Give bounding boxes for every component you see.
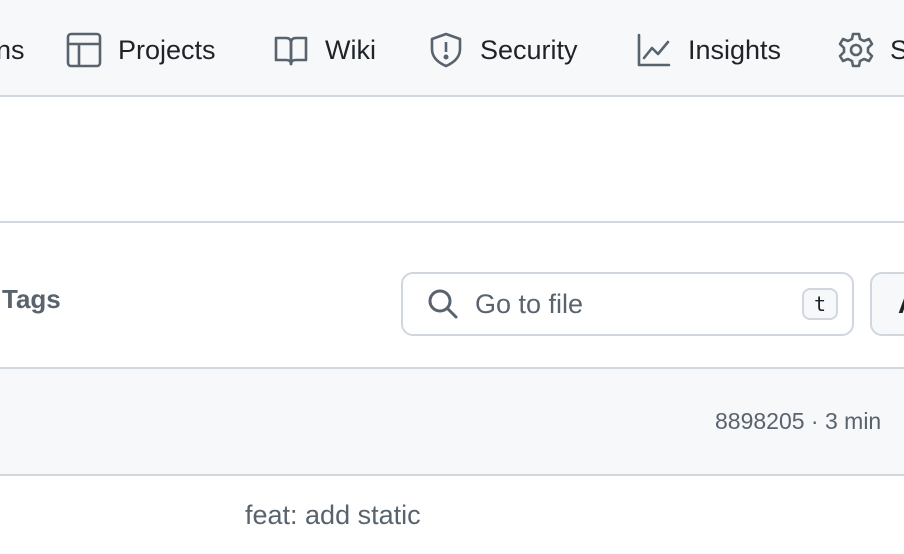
repository-page: ns Projects Wiki Security Insights S Tag… (0, 0, 904, 554)
search-icon (427, 288, 459, 320)
commit-hash-time[interactable]: 8898205 · 3 min (715, 408, 881, 435)
nav-tab-settings[interactable]: S (838, 24, 904, 76)
nav-tab-security[interactable]: Security (428, 24, 578, 76)
file-row (0, 476, 904, 554)
nav-tab-label: Wiki (325, 34, 376, 65)
nav-tab-wiki[interactable]: Wiki (273, 24, 376, 76)
nav-tab-label: Projects (118, 34, 216, 65)
nav-tab-label: Insights (688, 34, 782, 65)
go-to-file-input[interactable]: Go to file t (401, 272, 854, 336)
book-icon (273, 32, 309, 68)
nav-tab-label: Security (480, 34, 578, 65)
gear-icon (838, 32, 874, 68)
tags-link[interactable]: Tags (2, 284, 61, 315)
go-to-file-placeholder: Go to file (475, 288, 584, 319)
nav-tab-label: S (890, 34, 904, 65)
nav-tab-label: ns (0, 34, 25, 65)
repo-header-area (0, 97, 904, 223)
shield-icon (428, 32, 464, 68)
add-file-button[interactable]: A (870, 272, 904, 336)
shortcut-key: t (802, 288, 838, 320)
nav-tab-projects[interactable]: Projects (66, 24, 216, 76)
nav-tab-insights[interactable]: Insights (636, 24, 781, 76)
graph-icon (636, 32, 672, 68)
table-icon (66, 32, 102, 68)
file-commit-message[interactable]: feat: add static (245, 500, 421, 531)
nav-tab-actions[interactable]: ns (0, 24, 25, 76)
repo-nav: ns Projects Wiki Security Insights S (0, 0, 904, 97)
